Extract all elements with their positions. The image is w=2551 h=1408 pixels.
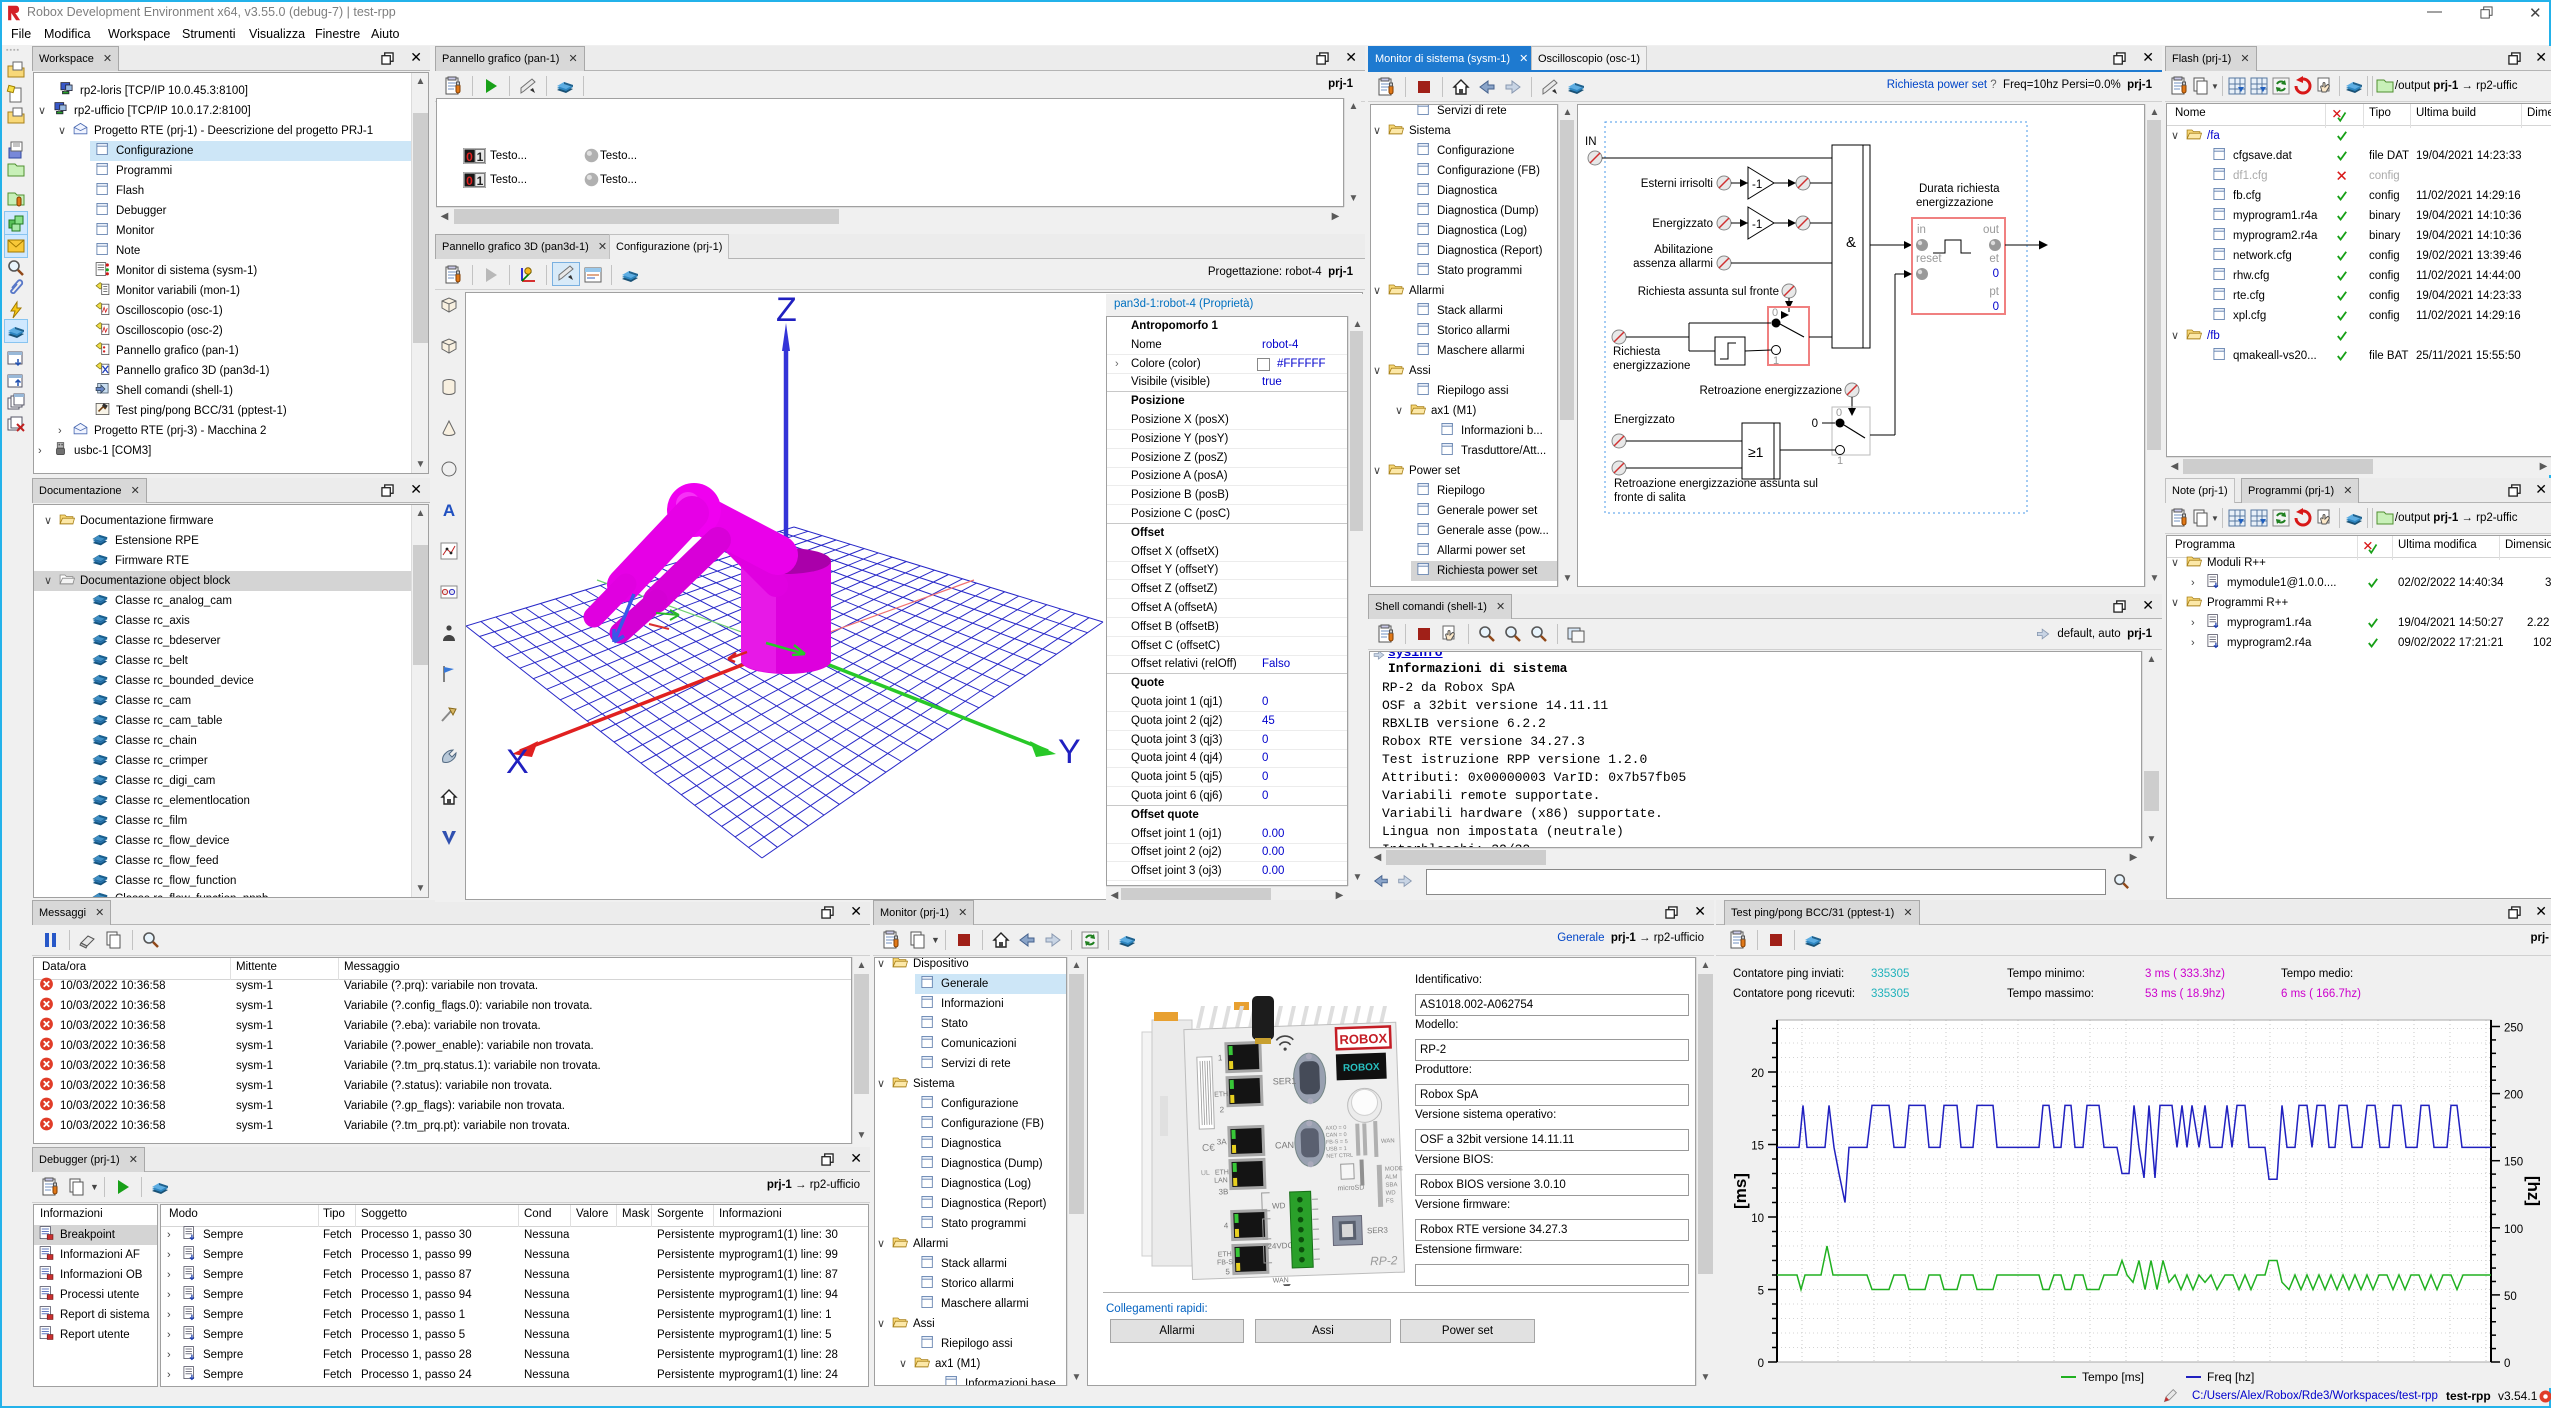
svg-text:LAN: LAN bbox=[1214, 1177, 1228, 1184]
svg-text:15: 15 bbox=[1751, 1141, 1764, 1153]
svg-text:ROBOX: ROBOX bbox=[1339, 1031, 1387, 1048]
svg-text:0: 0 bbox=[1812, 418, 1818, 430]
svg-text:CAN = 0: CAN = 0 bbox=[1326, 1132, 1347, 1139]
svg-text:FB-S = 5: FB-S = 5 bbox=[1326, 1139, 1348, 1146]
svg-text:3A: 3A bbox=[1217, 1137, 1228, 1146]
svg-text:5: 5 bbox=[1758, 1286, 1764, 1298]
svg-text:≥1: ≥1 bbox=[1748, 444, 1764, 460]
svg-text:out: out bbox=[1983, 224, 2000, 236]
svg-text:Retroazione energizzazione: Retroazione energizzazione bbox=[1699, 385, 1842, 397]
svg-text:-1: -1 bbox=[1752, 219, 1762, 231]
svg-text:ROBOX: ROBOX bbox=[1343, 1062, 1380, 1074]
svg-text:SBA: SBA bbox=[1385, 1182, 1397, 1188]
svg-text:200: 200 bbox=[2504, 1090, 2523, 1102]
svg-text:-1: -1 bbox=[1752, 179, 1762, 191]
svg-text:[ms]: [ms] bbox=[1731, 1173, 1750, 1209]
svg-text:0: 0 bbox=[1758, 1358, 1764, 1370]
svg-text:1: 1 bbox=[1837, 455, 1843, 467]
svg-text:20: 20 bbox=[1751, 1068, 1764, 1080]
svg-text:fronte di salita: fronte di salita bbox=[1614, 492, 1686, 504]
svg-text:microSD: microSD bbox=[1337, 1184, 1364, 1192]
svg-text:USB = 1: USB = 1 bbox=[1326, 1146, 1347, 1153]
svg-text:0: 0 bbox=[1772, 307, 1778, 319]
svg-text:reset: reset bbox=[1916, 253, 1942, 265]
svg-text:in: in bbox=[1917, 224, 1926, 236]
svg-text:NET CTRL: NET CTRL bbox=[1326, 1153, 1353, 1160]
svg-text:C€: C€ bbox=[1202, 1143, 1216, 1154]
svg-text:energizzazione: energizzazione bbox=[1916, 197, 1993, 209]
svg-text:Durata richiesta: Durata richiesta bbox=[1919, 183, 2000, 195]
svg-text:150: 150 bbox=[2504, 1157, 2523, 1169]
svg-text:FS: FS bbox=[1386, 1198, 1394, 1204]
svg-text:X: X bbox=[506, 743, 529, 781]
svg-text:&: & bbox=[1846, 234, 1856, 251]
svg-text:Esterni irrisolti: Esterni irrisolti bbox=[1641, 178, 1713, 190]
svg-text:Abilitazione: Abilitazione bbox=[1654, 244, 1713, 256]
svg-text:Freq [hz]: Freq [hz] bbox=[2207, 1370, 2254, 1384]
svg-text:et: et bbox=[1989, 253, 1999, 265]
svg-text:1: 1 bbox=[1773, 355, 1779, 367]
svg-text:100: 100 bbox=[2504, 1224, 2523, 1236]
svg-text:ALM: ALM bbox=[1385, 1174, 1398, 1180]
svg-text:0: 0 bbox=[1993, 268, 1999, 280]
svg-text:ETH: ETH bbox=[1214, 1091, 1228, 1098]
svg-text:Richiesta: Richiesta bbox=[1613, 346, 1661, 358]
svg-text:Richiesta assunta sul fronte: Richiesta assunta sul fronte bbox=[1638, 286, 1779, 298]
svg-text:SER3: SER3 bbox=[1367, 1226, 1389, 1236]
svg-text:Energizzato: Energizzato bbox=[1652, 218, 1713, 230]
svg-text:AXO = 0: AXO = 0 bbox=[1325, 1125, 1346, 1132]
svg-text:ETH: ETH bbox=[1215, 1169, 1229, 1176]
svg-text:assenza allarmi: assenza allarmi bbox=[1633, 258, 1713, 270]
svg-text:MODE: MODE bbox=[1385, 1166, 1403, 1173]
svg-text:Retroazione energizzazione ass: Retroazione energizzazione assunta sul bbox=[1614, 478, 1818, 490]
svg-text:Energizzato: Energizzato bbox=[1614, 414, 1675, 426]
svg-text:Y: Y bbox=[1058, 733, 1081, 771]
svg-text:WAN: WAN bbox=[1273, 1277, 1289, 1285]
svg-text:10: 10 bbox=[1751, 1213, 1764, 1225]
svg-text:UL: UL bbox=[1201, 1170, 1210, 1177]
svg-text:3B: 3B bbox=[1218, 1187, 1228, 1196]
svg-text:[hz]: [hz] bbox=[2524, 1176, 2543, 1206]
svg-text:WD: WD bbox=[1272, 1201, 1286, 1210]
svg-text:0: 0 bbox=[1993, 301, 1999, 313]
svg-text:IN: IN bbox=[1585, 136, 1597, 148]
svg-text:250: 250 bbox=[2504, 1023, 2523, 1035]
svg-text:Tempo [ms]: Tempo [ms] bbox=[2082, 1370, 2144, 1384]
svg-text:WD: WD bbox=[1386, 1190, 1397, 1196]
svg-text:0: 0 bbox=[1836, 407, 1842, 419]
svg-text:SER1: SER1 bbox=[1273, 1076, 1297, 1087]
svg-text:WAN: WAN bbox=[1381, 1138, 1395, 1144]
svg-text:50: 50 bbox=[2504, 1291, 2517, 1303]
svg-text:0: 0 bbox=[2504, 1358, 2510, 1370]
svg-text:ETH: ETH bbox=[1218, 1251, 1232, 1258]
svg-text:FB-S: FB-S bbox=[1217, 1259, 1234, 1267]
svg-text:CAN: CAN bbox=[1275, 1140, 1294, 1151]
svg-text:energizzazione: energizzazione bbox=[1613, 360, 1690, 372]
svg-text:Z: Z bbox=[776, 293, 797, 329]
svg-text:RP-2: RP-2 bbox=[1370, 1253, 1398, 1268]
svg-text:24VDC: 24VDC bbox=[1267, 1241, 1293, 1251]
svg-text:pt: pt bbox=[1989, 286, 1999, 298]
